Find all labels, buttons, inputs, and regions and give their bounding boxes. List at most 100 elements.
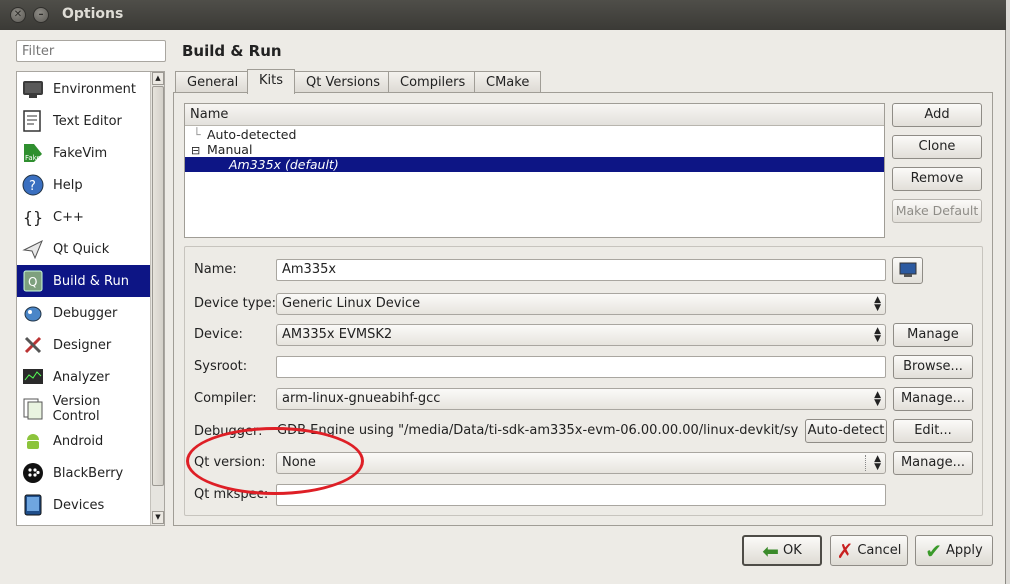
sidebar-item-fakevim[interactable]: Fake FakeVim: [17, 137, 150, 169]
tab-kits[interactable]: Kits: [247, 69, 296, 94]
sidebar-item-label: Qt Quick: [53, 241, 110, 257]
tree-item-auto-detected[interactable]: └ Auto-detected: [185, 127, 884, 142]
ok-button[interactable]: ⬅ OK: [742, 535, 822, 566]
sysroot-field[interactable]: [276, 356, 886, 378]
tree-item-am335x[interactable]: Am335x (default): [185, 157, 884, 172]
collapse-icon[interactable]: ⊟: [185, 143, 207, 158]
sidebar-item-text-editor[interactable]: Text Editor: [17, 105, 150, 137]
category-scrollbar[interactable]: ▲ ▼: [150, 72, 164, 525]
category-list: Environment Text Editor Fake FakeVim ? H…: [16, 71, 165, 526]
edit-debugger-button[interactable]: Edit...: [893, 419, 973, 443]
compiler-combo[interactable]: arm-linux-gnueabihf-gcc ▲ ▼: [276, 388, 886, 410]
help-icon: ?: [21, 173, 45, 197]
scroll-up-icon[interactable]: ▲: [152, 72, 164, 85]
analyzer-icon: [21, 365, 45, 389]
name-label: Name:: [194, 262, 237, 277]
svg-text:Fake: Fake: [25, 154, 41, 162]
scrollbar-thumb[interactable]: [152, 86, 164, 486]
sidebar-item-label: Text Editor: [53, 113, 122, 129]
sidebar-item-help[interactable]: ? Help: [17, 169, 150, 201]
tree-item-manual[interactable]: ⊟ Manual: [185, 142, 884, 157]
apply-button[interactable]: ✔ Apply: [915, 535, 993, 566]
qt-version-combo[interactable]: None ▲ ▼: [276, 452, 886, 474]
sidebar-item-devices[interactable]: Devices: [17, 489, 150, 521]
debugger-icon: [21, 301, 45, 325]
clone-kit-button[interactable]: Clone: [892, 135, 982, 159]
cpp-braces-icon: {}: [22, 207, 44, 227]
ok-arrow-icon: ⬅: [762, 538, 779, 563]
sidebar-item-label: Designer: [53, 337, 112, 353]
kits-tree: Name └ Auto-detected ⊟ Manual Am335x (defa…: [184, 103, 885, 238]
text-editor-icon: [21, 109, 45, 133]
updown-arrow-icon: ▲ ▼: [874, 295, 881, 313]
sidebar-item-environment[interactable]: Environment: [17, 73, 150, 105]
tab-qt-versions[interactable]: Qt Versions: [294, 71, 393, 93]
sidebar-item-label: Analyzer: [53, 369, 110, 385]
tab-general[interactable]: General: [175, 71, 251, 93]
browse-sysroot-button[interactable]: Browse...: [893, 355, 973, 379]
apply-check-icon: ✔: [925, 538, 943, 563]
updown-arrow-icon: ▲ ▼: [874, 326, 881, 344]
minimize-window-icon[interactable]: –: [33, 7, 49, 23]
sidebar-item-debugger[interactable]: Debugger: [17, 297, 150, 329]
sidebar-item-label: Version Control: [52, 394, 101, 424]
sidebar-item-build-run[interactable]: Q Build & Run: [17, 265, 150, 297]
auto-detect-debugger-button[interactable]: Auto-detect: [805, 419, 887, 443]
devices-icon: [21, 493, 45, 517]
updown-arrow-icon: ▲ ▼: [874, 454, 881, 472]
sysroot-label: Sysroot:: [194, 359, 248, 374]
kit-name-field[interactable]: Am335x: [276, 259, 886, 281]
sidebar-item-android[interactable]: Android: [17, 425, 150, 457]
monitor-icon: [21, 77, 45, 101]
scroll-down-icon[interactable]: ▼: [152, 511, 164, 524]
qt-mkspec-field[interactable]: [276, 484, 886, 506]
background-window-edge: [1006, 0, 1010, 584]
make-default-button[interactable]: Make Default: [892, 199, 982, 223]
sidebar-item-cpp[interactable]: {} C++: [17, 201, 150, 233]
svg-text:Q: Q: [28, 275, 37, 289]
tab-compilers[interactable]: Compilers: [388, 71, 478, 93]
options-dialog: ✕ – Options Environment Text Editor Fake…: [0, 0, 1006, 584]
debugger-label: Debugger:: [194, 424, 263, 439]
sidebar-item-analyzer[interactable]: Analyzer: [17, 361, 150, 393]
fakevim-icon: Fake: [21, 141, 45, 165]
compiler-label: Compiler:: [194, 391, 257, 406]
sidebar-item-label: Devices: [53, 497, 105, 513]
title-bar: ✕ – Options: [0, 0, 1006, 30]
sidebar-item-label: Android: [53, 433, 104, 449]
device-combo[interactable]: AM335x EVMSK2 ▲ ▼: [276, 324, 886, 346]
sidebar-item-label: Environment: [53, 81, 137, 97]
window-title: Options: [62, 6, 124, 22]
svg-text:?: ?: [29, 179, 36, 194]
manage-qt-versions-button[interactable]: Manage...: [893, 451, 973, 475]
sidebar-item-label: Build & Run: [53, 273, 129, 289]
page-title: Build & Run: [182, 42, 282, 60]
manage-compilers-button[interactable]: Manage...: [893, 387, 973, 411]
manage-device-button[interactable]: Manage: [893, 323, 973, 347]
debugger-value: GDB Engine using "/media/Data/ti-sdk-am3…: [277, 423, 799, 438]
add-kit-button[interactable]: Add: [892, 103, 982, 127]
remove-kit-button[interactable]: Remove: [892, 167, 982, 191]
sidebar-item-label: Debugger: [53, 305, 118, 321]
monitor-icon: [899, 262, 916, 277]
tree-column-header[interactable]: Name: [185, 104, 884, 126]
build-run-icon: Q: [21, 269, 45, 293]
qt-version-label: Qt version:: [194, 455, 266, 470]
kit-details-panel: [184, 246, 983, 516]
qt-mkspec-label: Qt mkspec:: [194, 487, 269, 502]
updown-arrow-icon: ▲ ▼: [874, 390, 881, 408]
blackberry-icon: [21, 461, 45, 485]
cancel-button[interactable]: ✗ Cancel: [830, 535, 908, 566]
close-window-icon[interactable]: ✕: [10, 7, 26, 23]
device-icon-button[interactable]: [892, 257, 923, 284]
filter-input[interactable]: [16, 40, 166, 62]
sidebar-item-label: BlackBerry: [53, 465, 124, 481]
sidebar-item-blackberry[interactable]: BlackBerry: [17, 457, 150, 489]
device-label: Device:: [194, 327, 243, 342]
cancel-x-icon: ✗: [836, 538, 854, 563]
sidebar-item-version-control[interactable]: Version Control: [17, 393, 150, 425]
sidebar-item-qt-quick[interactable]: Qt Quick: [17, 233, 150, 265]
sidebar-item-designer[interactable]: Designer: [17, 329, 150, 361]
tab-cmake[interactable]: CMake: [474, 71, 542, 93]
device-type-combo[interactable]: Generic Linux Device ▲ ▼: [276, 293, 886, 315]
